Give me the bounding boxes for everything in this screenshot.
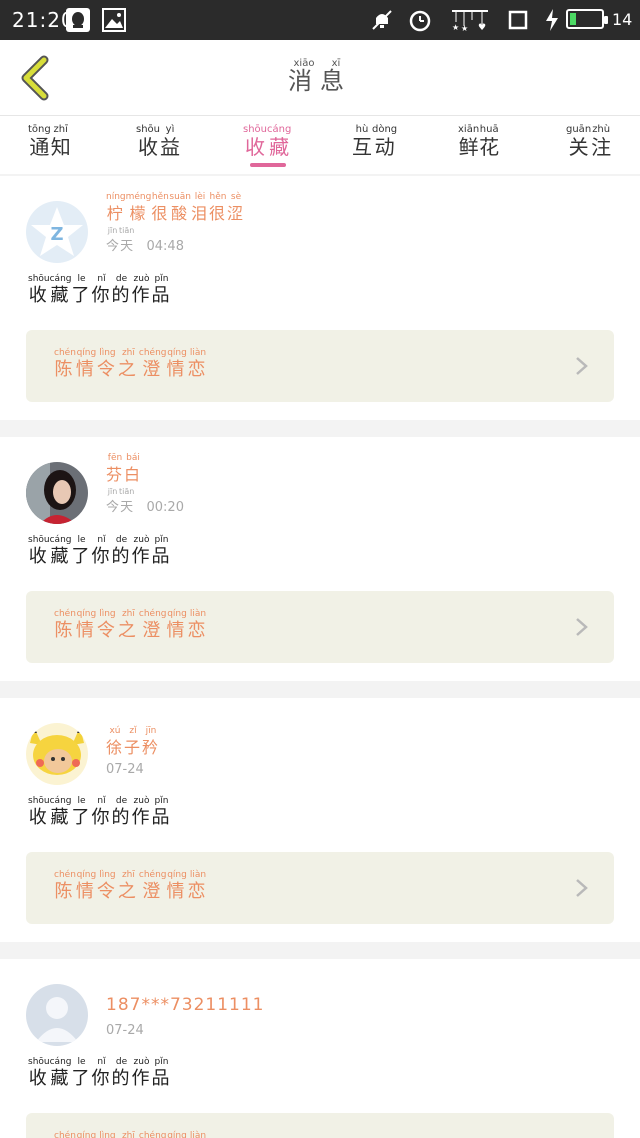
tab-follow[interactable]: guān 关 zhù 注 xyxy=(566,124,611,159)
page-title: xiāo 消 xī 息 xyxy=(0,58,640,95)
notification-card: 187***73211111 07-24 shōu 收 cáng 藏 le 了 nǐ 你 de 的… xyxy=(0,959,640,1138)
charging-icon xyxy=(546,9,558,31)
timestamp: jīn 今 tiān 天 00:20 xyxy=(106,487,184,515)
battery-icon xyxy=(566,9,608,29)
notification-card: fēn 芬 bái 白 jīn 今 tiān 天 00:20 shōu 收 cáng 藏 le 了 nǐ… xyxy=(0,437,640,681)
work-title: chén陈qíng情lìng令zhī之chéng澄qíng情liàn恋 xyxy=(54,870,209,902)
avatar[interactable] xyxy=(26,462,88,524)
notification-card: Z níng 柠 méng 檬 hěn 很 suān 酸 lèi 泪 hěn 很 sè 涩 jīn 今 tiā… xyxy=(0,176,640,420)
tab-bar: tōng 通 zhī 知 shōu 收 yì 益 shōu 收 cáng 藏 hù 互 dòng 动 x… xyxy=(0,116,640,174)
svg-text:Z: Z xyxy=(50,224,63,245)
chevron-right-icon xyxy=(576,879,588,897)
tab-flowers[interactable]: xiān 鲜 huā 花 xyxy=(458,124,499,159)
notification-card: xú 徐 zǐ 子 jīn 矜 07-24 shōu 收 cáng 藏 le 了 nǐ 你 de 的 zuò 作… xyxy=(0,698,640,942)
bell-muted-icon xyxy=(372,10,392,30)
work-link[interactable]: chén陈qíng情lìng令zhī之chéng澄qíng情liàn恋 xyxy=(26,330,614,402)
screen-rotation-icon xyxy=(508,10,528,30)
avatar[interactable] xyxy=(26,984,88,1046)
work-link[interactable]: chén陈qíng情lìng令zhī之chéng澄qíng情liàn恋 xyxy=(26,591,614,663)
timestamp: 07-24 xyxy=(106,762,144,777)
work-link[interactable]: chén陈qíng情lìng令zhī之chéng澄qíng情liàn恋 xyxy=(26,1113,614,1138)
user-name[interactable]: xú 徐 zǐ 子 jīn 矜 xyxy=(106,726,160,760)
title-char: xiāo 消 xyxy=(288,58,320,95)
chevron-right-icon xyxy=(576,618,588,636)
action-text: shōu 收 cáng 藏 le 了 nǐ 你 de 的 zuò 作 pǐn 品 xyxy=(28,1057,172,1089)
user-name[interactable]: níng 柠 méng 檬 hěn 很 suān 酸 lèi 泪 hěn 很 sè 涩 xyxy=(106,192,245,226)
header-bar: xiāo 消 xī 息 xyxy=(0,40,640,116)
svg-text:★: ★ xyxy=(461,24,468,32)
battery-level: 14 xyxy=(612,10,633,29)
tab-favorites[interactable]: shōu 收 cáng 藏 xyxy=(243,124,291,159)
work-title: chén陈qíng情lìng令zhī之chéng澄qíng情liàn恋 xyxy=(54,348,209,380)
work-title: chén陈qíng情lìng令zhī之chéng澄qíng情liàn恋 xyxy=(54,1131,207,1138)
chevron-right-icon xyxy=(576,357,588,375)
timestamp: jīn 今 tiān 天 04:48 xyxy=(106,226,184,254)
action-text: shōu 收 cáng 藏 le 了 nǐ 你 de 的 zuò 作 pǐn 品 xyxy=(28,535,172,567)
decor-hanging-icon: ★ ★ ♥ xyxy=(452,10,488,32)
status-bar: 21:20 ★ ★ ♥ 14 xyxy=(0,0,640,40)
action-text: shōu 收 cáng 藏 le 了 nǐ 你 de 的 zuò 作 pǐn 品 xyxy=(28,796,172,828)
work-title: chén陈qíng情lìng令zhī之chéng澄qíng情liàn恋 xyxy=(54,609,209,641)
svg-text:★: ★ xyxy=(452,23,459,32)
user-name[interactable]: 187***73211111 xyxy=(106,995,264,1015)
alarm-icon xyxy=(409,10,431,32)
image-notification-icon xyxy=(102,8,126,32)
title-char: xī 息 xyxy=(320,58,352,95)
user-name[interactable]: fēn 芬 bái 白 xyxy=(106,453,142,487)
tab-income[interactable]: shōu 收 yì 益 xyxy=(136,124,180,159)
action-text: shōu 收 cáng 藏 le 了 nǐ 你 de 的 zuò 作 pǐn 品 xyxy=(28,274,172,306)
tab-interaction[interactable]: hù 互 dòng 动 xyxy=(352,124,397,159)
avatar[interactable] xyxy=(26,723,88,785)
svg-text:♥: ♥ xyxy=(478,23,486,32)
timestamp: 07-24 xyxy=(106,1023,144,1038)
tab-notice[interactable]: tōng 通 zhī 知 xyxy=(28,124,71,159)
avatar[interactable]: Z xyxy=(26,201,88,263)
qq-notification-icon xyxy=(66,8,90,32)
active-tab-indicator xyxy=(250,163,286,167)
work-link[interactable]: chén陈qíng情lìng令zhī之chéng澄qíng情liàn恋 xyxy=(26,852,614,924)
